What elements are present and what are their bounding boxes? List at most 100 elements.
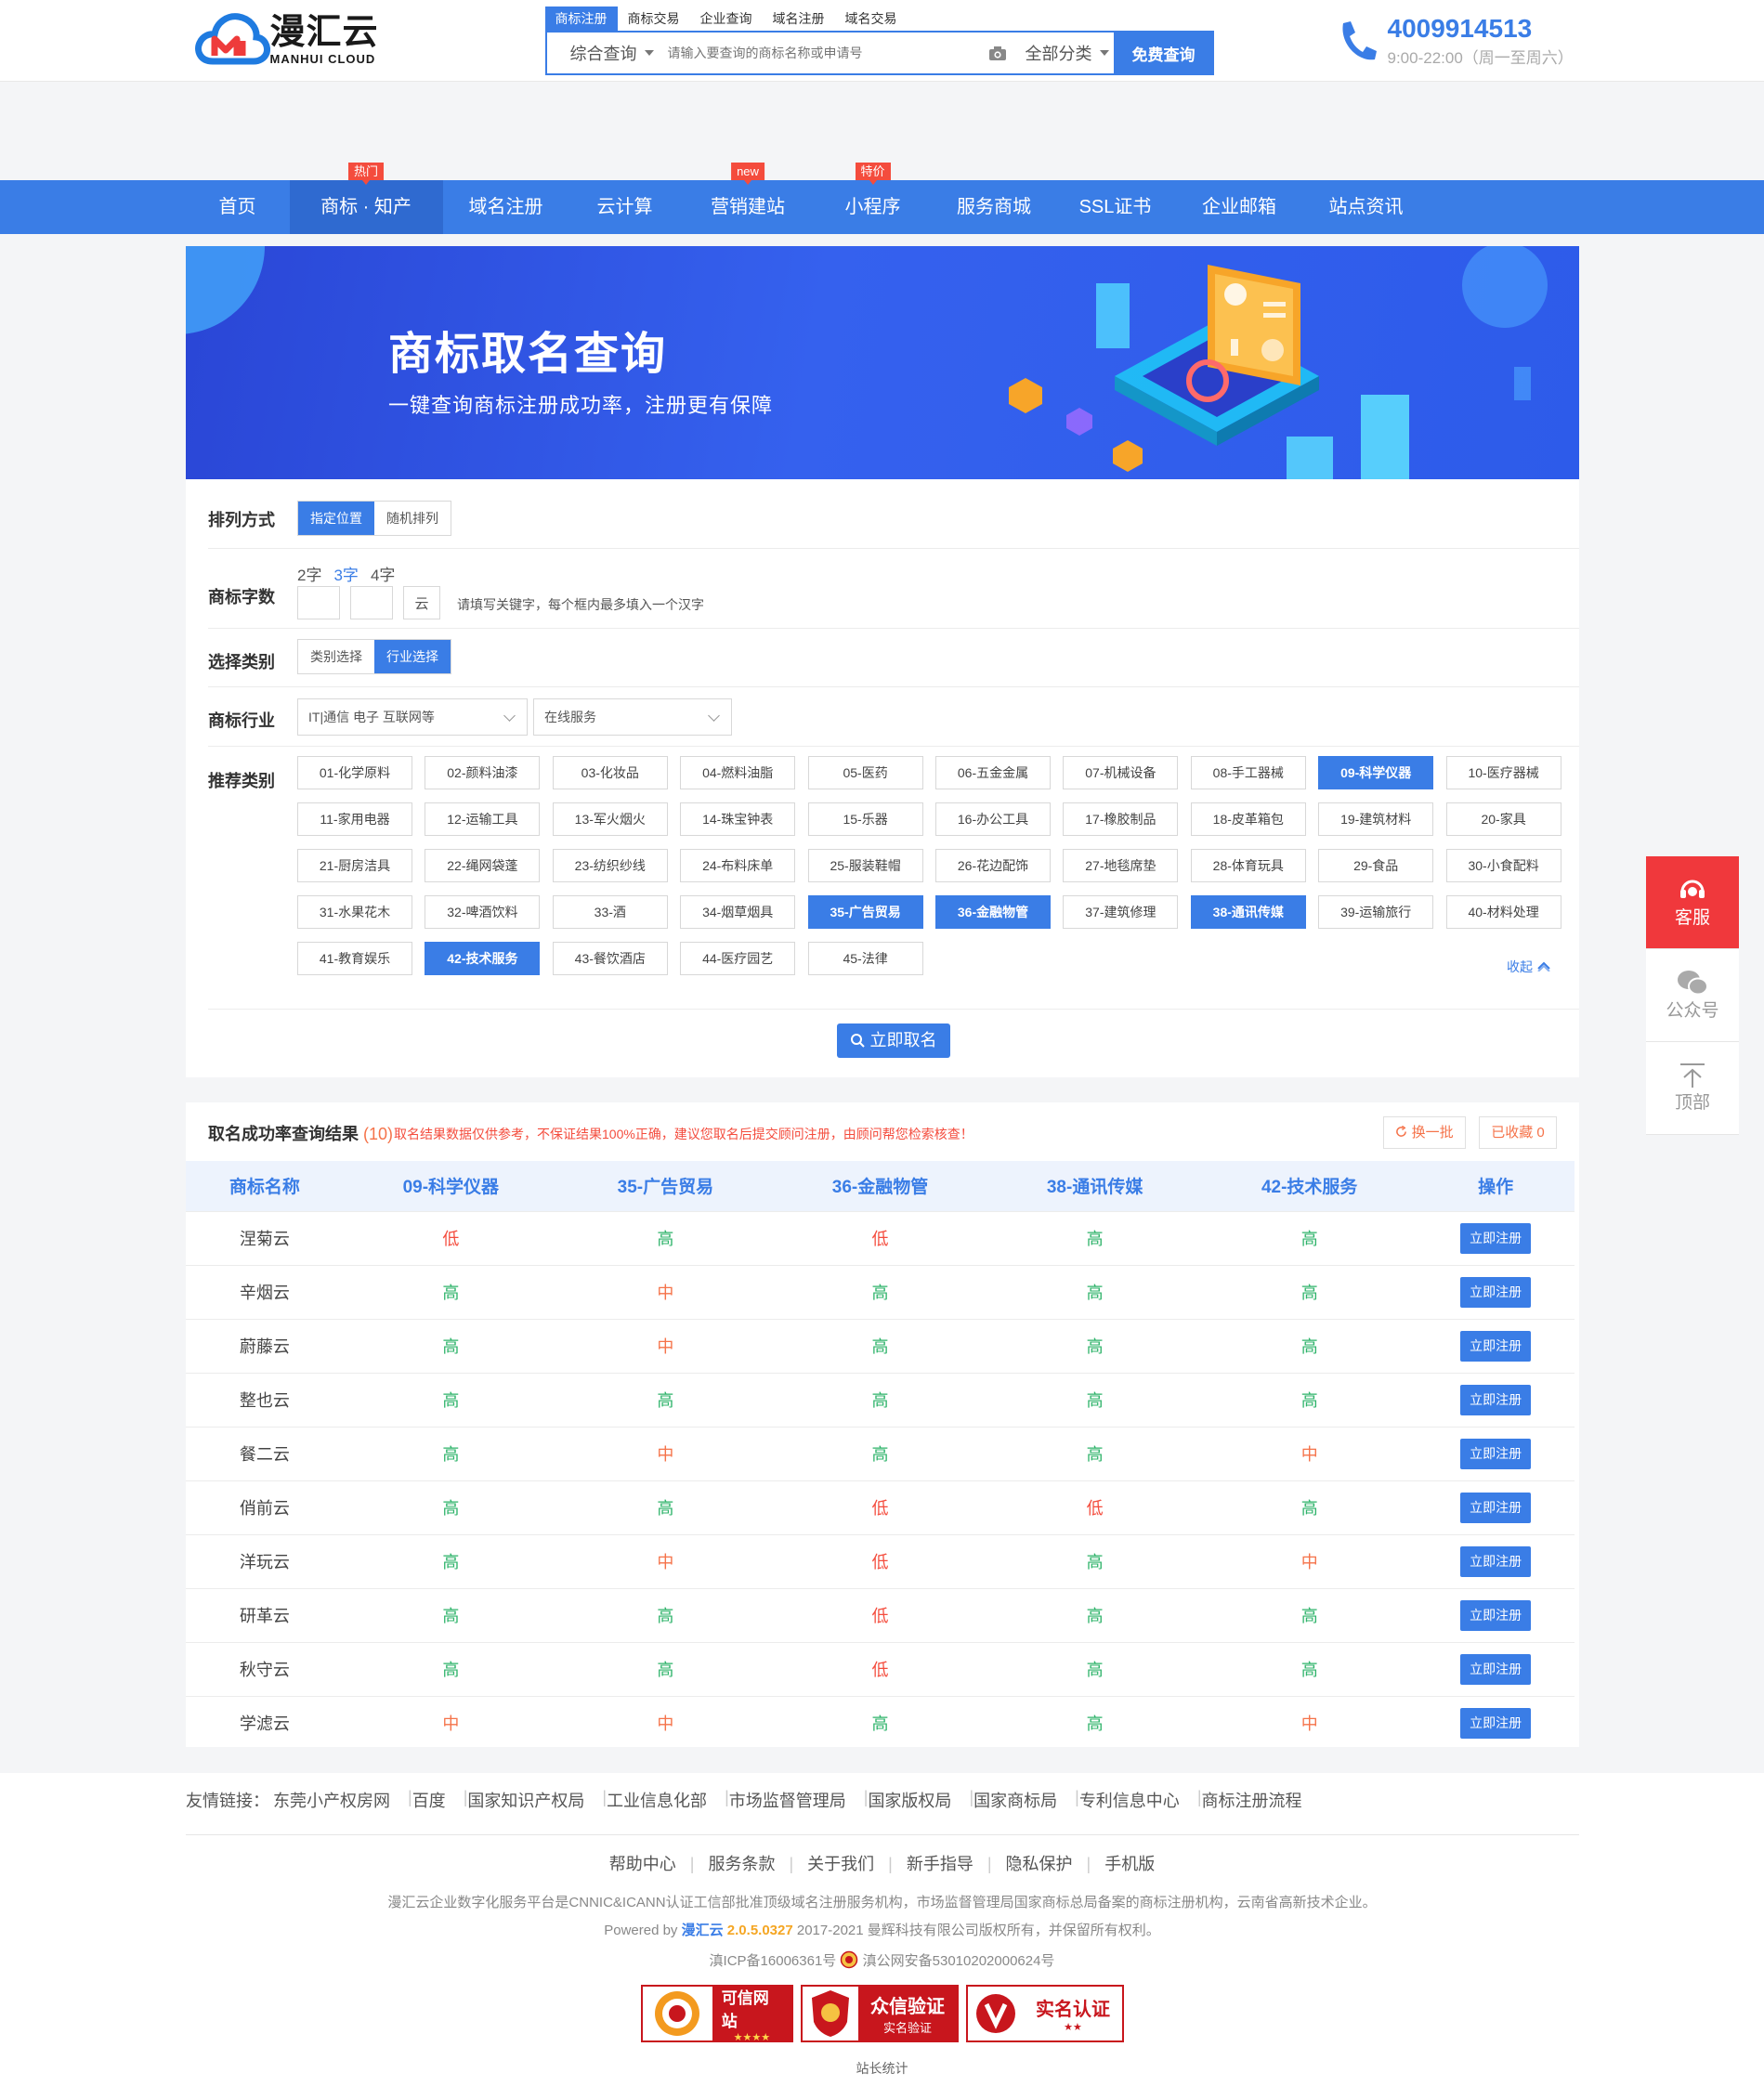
site-logo[interactable]: 漫汇云 MANHUI CLOUD	[194, 7, 379, 71]
register-now-button[interactable]: 立即注册	[1460, 1545, 1532, 1577]
category-chip[interactable]: 40-材料处理	[1445, 895, 1561, 929]
search-tab-company[interactable]: 企业查询	[690, 7, 763, 31]
category-chip[interactable]: 18-皮革箱包	[1190, 802, 1306, 836]
search-input[interactable]	[667, 34, 984, 72]
generate-names-button[interactable]: 立即取名	[837, 1023, 950, 1058]
category-chip[interactable]: 33-酒	[552, 895, 668, 929]
badge-zhongxin[interactable]: 众信验证 实名验证	[801, 1985, 959, 2042]
category-chip[interactable]: 28-体育玩具	[1190, 849, 1306, 882]
length-option-4[interactable]: 4字	[371, 562, 395, 585]
category-chip[interactable]: 20-家具	[1445, 802, 1561, 836]
length-option-3[interactable]: 3字	[333, 562, 358, 585]
refresh-batch-button[interactable]: 换一批	[1383, 1116, 1466, 1149]
category-chip[interactable]: 34-烟草烟具	[680, 895, 796, 929]
friend-link[interactable]: 百度	[412, 1788, 446, 1812]
category-chip[interactable]: 11-家用电器	[297, 802, 412, 836]
sort-option-fixed[interactable]: 指定位置	[298, 502, 374, 535]
category-chip[interactable]: 38-通讯传媒	[1190, 895, 1306, 929]
nav-item-4[interactable]: 营销建站 new	[681, 163, 816, 234]
category-chip[interactable]: 05-医药	[807, 756, 923, 789]
nav-item-3[interactable]: 云计算	[569, 180, 681, 234]
help-link[interactable]: 手机版	[1104, 1855, 1155, 1873]
category-chip[interactable]: 09-科学仪器	[1318, 756, 1434, 789]
category-chip[interactable]: 41-教育娱乐	[297, 942, 412, 975]
search-tab-trademark-register[interactable]: 商标注册	[544, 7, 618, 31]
category-chip[interactable]: 44-医疗园艺	[680, 942, 796, 975]
category-chip[interactable]: 10-医疗器械	[1445, 756, 1561, 789]
register-now-button[interactable]: 立即注册	[1460, 1438, 1532, 1469]
friend-link[interactable]: 国家版权局	[868, 1788, 951, 1812]
help-link[interactable]: 隐私保护	[1006, 1855, 1073, 1873]
friend-link[interactable]: 商标注册流程	[1202, 1788, 1302, 1812]
category-chip[interactable]: 16-办公工具	[935, 802, 1051, 836]
help-link[interactable]: 关于我们	[807, 1855, 874, 1873]
category-chip[interactable]: 03-化妆品	[552, 756, 668, 789]
register-now-button[interactable]: 立即注册	[1460, 1492, 1532, 1523]
category-chip[interactable]: 43-餐饮酒店	[552, 942, 668, 975]
search-scope-select[interactable]: 综合查询	[547, 41, 668, 65]
select-type-category[interactable]: 类别选择	[298, 640, 374, 673]
police-record[interactable]: 滇公网安备53010202000624号	[863, 1953, 1055, 1969]
category-chip[interactable]: 13-军火烟火	[552, 802, 668, 836]
help-link[interactable]: 服务条款	[708, 1855, 775, 1873]
category-chip[interactable]: 37-建筑修理	[1063, 895, 1179, 929]
back-to-top-button[interactable]: 顶部	[1646, 1042, 1739, 1135]
search-tab-domain-register[interactable]: 域名注册	[763, 7, 835, 31]
category-chip[interactable]: 27-地毯席垫	[1063, 849, 1179, 882]
help-link[interactable]: 新手指导	[907, 1855, 973, 1873]
category-chip[interactable]: 08-手工器械	[1190, 756, 1306, 789]
friend-link[interactable]: 工业信息化部	[607, 1788, 707, 1812]
nav-item-9[interactable]: 站点资讯	[1306, 180, 1427, 234]
category-chip[interactable]: 29-食品	[1318, 849, 1434, 882]
camera-icon[interactable]	[984, 46, 1012, 61]
keyword-input-2[interactable]	[350, 586, 393, 619]
category-chip[interactable]: 04-燃料油脂	[680, 756, 796, 789]
search-tab-domain-trade[interactable]: 域名交易	[835, 7, 908, 31]
category-chip[interactable]: 22-绳网袋蓬	[425, 849, 541, 882]
register-now-button[interactable]: 立即注册	[1460, 1384, 1532, 1415]
customer-service-button[interactable]: 客服	[1646, 856, 1739, 949]
category-chip[interactable]: 14-珠宝钟表	[680, 802, 796, 836]
icp-number[interactable]: 滇ICP备16006361号	[710, 1953, 837, 1969]
register-now-button[interactable]: 立即注册	[1460, 1276, 1532, 1308]
category-chip[interactable]: 32-啤酒饮料	[425, 895, 541, 929]
search-button[interactable]: 免费查询	[1113, 31, 1214, 75]
category-chip[interactable]: 07-机械设备	[1063, 756, 1179, 789]
nav-item-2[interactable]: 域名注册	[443, 180, 569, 234]
phone-number[interactable]: 4009914513	[1388, 13, 1574, 45]
keyword-input-1[interactable]	[297, 586, 340, 619]
category-chip[interactable]: 35-广告贸易	[807, 895, 923, 929]
friend-link[interactable]: 市场监督管理局	[729, 1788, 846, 1812]
sort-option-random[interactable]: 随机排列	[374, 502, 451, 535]
category-chip[interactable]: 26-花边配饰	[935, 849, 1051, 882]
badge-real-name[interactable]: 实名认证 ★★	[966, 1985, 1124, 2042]
category-chip[interactable]: 31-水果花木	[297, 895, 412, 929]
category-chip[interactable]: 02-颜料油漆	[425, 756, 541, 789]
friend-link[interactable]: 国家商标局	[973, 1788, 1057, 1812]
category-chip[interactable]: 17-橡胶制品	[1063, 802, 1179, 836]
category-chip[interactable]: 21-厨房洁具	[297, 849, 412, 882]
category-chip[interactable]: 24-布料床单	[680, 849, 796, 882]
search-tab-trademark-trade[interactable]: 商标交易	[618, 7, 690, 31]
category-chip[interactable]: 36-金融物管	[935, 895, 1051, 929]
category-chip[interactable]: 39-运输旅行	[1318, 895, 1434, 929]
category-chip[interactable]: 23-纺织纱线	[552, 849, 668, 882]
nav-item-8[interactable]: 企业邮箱	[1173, 180, 1306, 234]
category-chip[interactable]: 45-法律	[807, 942, 923, 975]
category-chip[interactable]: 30-小食配料	[1445, 849, 1561, 882]
category-chip[interactable]: 01-化学原料	[297, 756, 412, 789]
nav-item-6[interactable]: 服务商城	[931, 180, 1058, 234]
powered-brand[interactable]: 漫汇云	[682, 1923, 724, 1938]
nav-item-7[interactable]: SSL证书	[1058, 180, 1173, 234]
register-now-button[interactable]: 立即注册	[1460, 1222, 1532, 1254]
nav-item-5[interactable]: 小程序 特价	[816, 163, 931, 234]
industry-secondary-select[interactable]: 在线服务	[533, 698, 732, 736]
category-chip[interactable]: 12-运输工具	[425, 802, 541, 836]
industry-primary-select[interactable]: IT|通信 电子 互联网等	[297, 698, 528, 736]
register-now-button[interactable]: 立即注册	[1460, 1330, 1532, 1362]
badge-trusted-site[interactable]: 可信网站 ★★★★	[641, 1985, 793, 2043]
friend-link[interactable]: 东莞小产权房网	[273, 1788, 390, 1812]
nav-item-0[interactable]: 首页	[186, 180, 290, 234]
friend-link[interactable]: 国家知识产权局	[467, 1788, 584, 1812]
length-option-2[interactable]: 2字	[297, 562, 321, 585]
